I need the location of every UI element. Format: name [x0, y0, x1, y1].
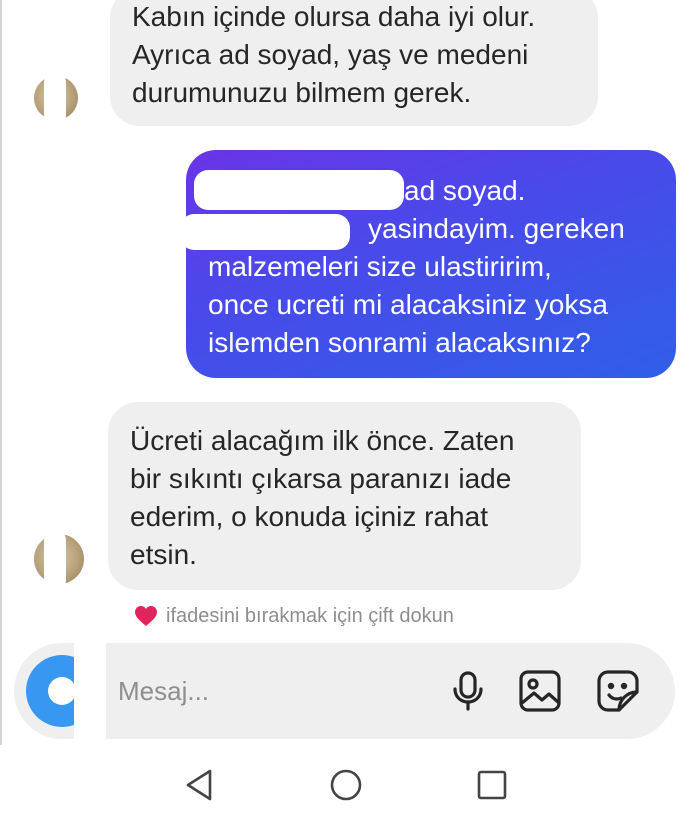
redaction-mark — [74, 629, 106, 753]
mic-icon[interactable] — [444, 667, 492, 715]
message-text-line: etsin. — [130, 539, 197, 570]
message-text-line: Ücreti alacağım ilk önce. Zaten — [130, 425, 515, 456]
heart-icon — [135, 606, 157, 626]
gallery-icon[interactable] — [516, 667, 564, 715]
sticker-icon[interactable] — [594, 667, 642, 715]
message-text-line: malzemeleri size ulastiririm, — [208, 251, 552, 282]
outgoing-message-bubble[interactable]: ad soyad. yasindayim. gereken malzemeler… — [180, 150, 676, 378]
incoming-message-bubble[interactable]: Ücreti alacağım ilk önce. Zaten bir sıkı… — [108, 402, 581, 590]
message-input[interactable]: Mesaj... — [118, 671, 418, 711]
redaction-mark — [180, 214, 350, 250]
camera-icon — [48, 677, 76, 705]
message-composer: Mesaj... — [14, 629, 675, 753]
reaction-hint-text: ifadesini bırakmak için çift dokun — [166, 604, 454, 627]
back-triangle-icon[interactable] — [180, 765, 220, 805]
reaction-hint: ifadesini bırakmak için çift dokun — [134, 600, 454, 632]
message-text-line: Ayrıca ad soyad, yaş ve medeni — [132, 39, 529, 70]
recents-square-icon[interactable] — [472, 765, 512, 805]
message-text-line: bir sıkıntı çıkarsa paranızı iade — [130, 463, 512, 494]
system-navigation-bar — [0, 745, 690, 822]
message-text-line: ederim, o konuda içiniz rahat — [130, 501, 488, 532]
incoming-message-bubble[interactable]: Kabın içinde olursa daha iyi olur. Ayrıc… — [110, 0, 598, 126]
screen-edge — [0, 0, 2, 822]
message-text-line: islemden sonrami alacaksınız? — [208, 327, 591, 358]
sender-avatar[interactable] — [34, 530, 84, 590]
message-text-line: durumunuzu bilmem gerek. — [132, 77, 472, 108]
message-text-line: Kabın içinde olursa daha iyi olur. — [132, 1, 536, 32]
sender-avatar[interactable] — [34, 72, 78, 132]
home-circle-icon[interactable] — [326, 765, 366, 805]
message-text-line: once ucreti mi alacaksiniz yoksa — [208, 289, 608, 320]
redaction-mark — [194, 170, 404, 210]
